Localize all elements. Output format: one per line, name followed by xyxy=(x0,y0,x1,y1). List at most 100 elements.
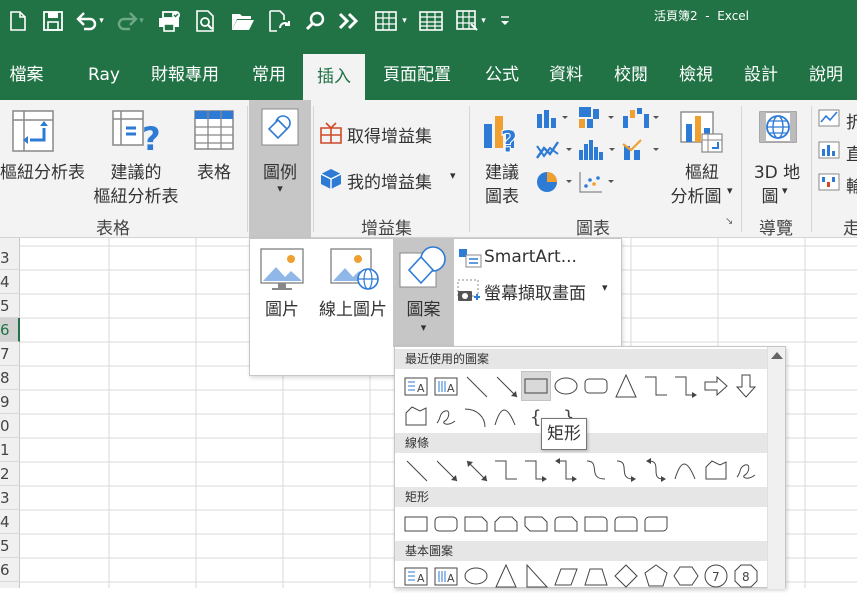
picture-icon[interactable] xyxy=(260,247,306,295)
oval-icon[interactable] xyxy=(461,561,491,591)
curve-icon[interactable] xyxy=(671,455,701,485)
snip-round-rectangle-icon[interactable] xyxy=(551,509,581,539)
parallelogram-icon[interactable] xyxy=(551,561,581,591)
sparkline-winloss-label[interactable]: 輸 xyxy=(846,172,857,197)
curved-double-arrow-connector-icon[interactable] xyxy=(641,455,671,485)
row-number[interactable]: 4 xyxy=(0,270,20,294)
curved-arrow-connector-icon[interactable] xyxy=(611,455,641,485)
pie-chart-icon[interactable] xyxy=(536,170,576,198)
rounded-rectangle-icon[interactable] xyxy=(581,371,611,401)
recommended-charts-icon[interactable]: ? xyxy=(482,108,526,161)
elbow-arrow-connector-icon[interactable] xyxy=(671,371,701,401)
pictures-label[interactable]: 圖片 xyxy=(256,295,308,320)
smartart-label[interactable]: SmartArt... xyxy=(484,247,577,267)
tab-data[interactable]: 資料 xyxy=(537,42,595,100)
line-chart-icon[interactable] xyxy=(536,138,576,166)
print-preview-icon[interactable] xyxy=(188,0,224,42)
pivot-chart-label-2[interactable]: 分析圖 xyxy=(666,182,726,207)
recommended-pivot-label-2[interactable]: 樞紐分析表 xyxy=(86,182,186,207)
open-icon[interactable] xyxy=(224,0,262,42)
recommended-charts-label-2[interactable]: 圖表 xyxy=(478,182,526,207)
curved-connector-icon[interactable] xyxy=(581,455,611,485)
waterfall-chart-icon[interactable] xyxy=(622,106,662,134)
forward-icon[interactable] xyxy=(332,0,368,42)
tab-help[interactable]: 說明 xyxy=(797,42,855,100)
save-icon[interactable] xyxy=(36,0,70,42)
freeform-shape-icon[interactable] xyxy=(401,401,431,431)
line-icon[interactable] xyxy=(461,371,491,401)
tab-financial[interactable]: 財報專用 xyxy=(140,42,230,100)
scribble-icon[interactable] xyxy=(731,455,761,485)
elbow-double-arrow-connector-icon[interactable] xyxy=(551,455,581,485)
elbow-connector-icon[interactable] xyxy=(491,455,521,485)
trapezoid-icon[interactable] xyxy=(581,561,611,591)
scribble-icon[interactable] xyxy=(431,401,461,431)
row-number[interactable]: 4 xyxy=(0,510,20,534)
row-number[interactable]: 3 xyxy=(0,246,20,270)
sparkline-line-label[interactable]: 折 xyxy=(846,108,857,133)
column-chart-icon[interactable] xyxy=(536,106,570,134)
vertical-text-box-icon[interactable]: A xyxy=(431,371,461,401)
tab-page-layout[interactable]: 頁面配置 xyxy=(370,42,464,100)
snip-same-side-rectangle-icon[interactable] xyxy=(491,509,521,539)
rectangle-icon[interactable] xyxy=(521,371,551,401)
row-number[interactable]: 9 xyxy=(0,390,20,414)
pivot-table-label[interactable]: 樞紐分析表 xyxy=(0,158,85,183)
row-number[interactable]: 0 xyxy=(0,414,20,438)
table2-icon[interactable] xyxy=(414,0,448,42)
triangle-icon[interactable] xyxy=(491,561,521,591)
redo-icon[interactable]: ▾ xyxy=(110,0,150,42)
gallery-scrollbar[interactable] xyxy=(767,347,785,589)
pivot-chart-icon[interactable] xyxy=(680,108,724,158)
tab-insert[interactable]: 插入 xyxy=(303,54,365,100)
hexagon-icon[interactable] xyxy=(671,561,701,591)
table3-icon[interactable]: ▾ xyxy=(448,0,494,42)
my-addins-label[interactable]: 我的增益集 xyxy=(347,168,432,193)
text-box-icon[interactable]: A xyxy=(401,561,431,591)
undo-icon[interactable]: ▾ xyxy=(70,0,110,42)
row-number-selected[interactable]: 6 xyxy=(0,318,20,342)
online-pictures-icon[interactable] xyxy=(330,247,380,295)
chevron-down-icon[interactable]: ▾ xyxy=(602,281,608,294)
scatter-chart-icon[interactable] xyxy=(578,170,618,198)
shapes-button[interactable]: 圖案 ▾ xyxy=(393,239,454,347)
chevron-down-icon[interactable]: ▾ xyxy=(782,184,788,197)
tab-review[interactable]: 校閱 xyxy=(602,42,660,100)
recommended-pivot-label-1[interactable]: 建議的 xyxy=(88,158,184,183)
row-number[interactable]: 7 xyxy=(0,342,20,366)
elbow-connector-icon[interactable] xyxy=(641,371,671,401)
curve-icon[interactable] xyxy=(491,401,521,431)
refresh-icon[interactable] xyxy=(262,0,298,42)
right-triangle-icon[interactable] xyxy=(521,561,551,591)
row-number[interactable]: 6 xyxy=(0,558,20,582)
sparkline-column-label[interactable]: 直 xyxy=(846,140,857,165)
map-label-1[interactable]: 3D 地 xyxy=(748,158,806,183)
vertical-text-box-icon[interactable]: A xyxy=(431,561,461,591)
chevron-down-icon[interactable]: ▾ xyxy=(450,169,456,182)
my-addins-icon[interactable] xyxy=(320,168,342,194)
line-icon[interactable] xyxy=(401,455,431,485)
triangle-icon[interactable] xyxy=(611,371,641,401)
text-box-icon[interactable]: A xyxy=(401,371,431,401)
sparkline-line-icon[interactable] xyxy=(818,108,840,132)
pivot-table-icon[interactable] xyxy=(12,110,54,156)
snip-corner-rectangle-icon[interactable] xyxy=(461,509,491,539)
recommended-pivot-icon[interactable]: ? xyxy=(112,110,161,158)
map-label-2[interactable]: 圖 xyxy=(760,182,780,207)
tab-home[interactable]: 常用 xyxy=(240,42,298,100)
map-globe-icon[interactable] xyxy=(756,108,800,158)
get-addins-label[interactable]: 取得增益集 xyxy=(347,122,432,147)
right-arrow-icon[interactable] xyxy=(701,371,731,401)
double-arrow-line-icon[interactable] xyxy=(461,455,491,485)
octagon-icon[interactable]: 8 xyxy=(731,561,761,591)
print-icon[interactable] xyxy=(150,0,188,42)
down-arrow-icon[interactable] xyxy=(731,371,761,401)
row-number[interactable]: 3 xyxy=(0,486,20,510)
tab-file[interactable]: 檔案 xyxy=(0,42,53,100)
table-insert-icon[interactable] xyxy=(194,110,234,154)
table-label[interactable]: 表格 xyxy=(190,158,238,183)
combo-chart-icon[interactable] xyxy=(622,138,662,166)
rectangle-icon[interactable] xyxy=(401,509,431,539)
stat-chart-icon[interactable] xyxy=(578,138,618,166)
row-number[interactable]: 8 xyxy=(0,366,20,390)
